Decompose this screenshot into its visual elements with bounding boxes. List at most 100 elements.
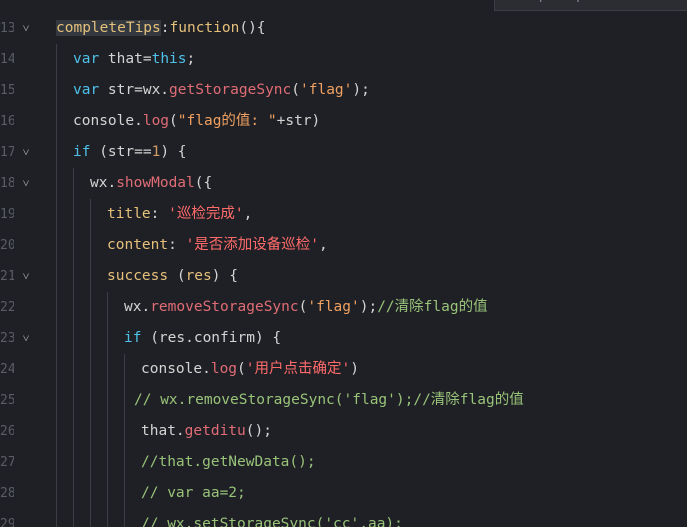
- code-line[interactable]: 26 that.getditu();: [0, 416, 687, 447]
- code-token: ): [350, 361, 359, 377]
- code-token: wx.: [124, 299, 151, 315]
- line-number: 24: [0, 362, 14, 377]
- code-text: console.log('用户点击确定'): [141, 354, 359, 385]
- code-token: wx.: [90, 175, 117, 191]
- line-number: 14: [0, 52, 14, 67]
- line-number: 13: [0, 21, 14, 36]
- code-token: this: [151, 51, 187, 67]
- code-token: that.: [141, 423, 185, 439]
- fold-chevron-icon[interactable]: ˅: [20, 323, 32, 354]
- code-line[interactable]: 29 // wx.setStorageSync('cc',aa);: [0, 509, 687, 527]
- code-token: ();: [245, 423, 272, 439]
- code-token: '巡检完成': [168, 206, 244, 222]
- code-text: title: '巡检完成',: [107, 199, 252, 230]
- breadcrumb-arrow-icon: >: [503, 0, 512, 3]
- code-text: completeTips:function(){: [56, 13, 266, 44]
- code-token: //that.getNewData();: [141, 454, 316, 470]
- code-token: log: [210, 361, 238, 377]
- code-line[interactable]: 24 console.log('用户点击确定'): [0, 354, 687, 385]
- indent-guide: [107, 292, 108, 527]
- line-number: 16: [0, 114, 14, 129]
- line-number: 21: [0, 269, 14, 284]
- line-number: 23: [0, 331, 14, 346]
- fold-chevron-icon[interactable]: ˅: [20, 261, 32, 292]
- code-text: var str=wx.getStorageSync('flag');: [73, 75, 370, 106]
- code-text: // wx.removeStorageSync('flag');//清除flag…: [134, 385, 524, 416]
- code-text: if (str==1) {: [73, 137, 187, 168]
- code-token: '用户点击确定': [245, 361, 351, 377]
- code-token: var: [73, 82, 100, 98]
- code-token: '是否添加设备巡检': [185, 237, 320, 253]
- line-number: 26: [0, 424, 14, 439]
- fold-chevron-icon[interactable]: ˅: [20, 137, 32, 168]
- code-text: that.getditu();: [141, 416, 272, 447]
- code-token: console.: [73, 113, 143, 129]
- code-token: res: [185, 268, 212, 284]
- code-token: completeTips: [56, 20, 161, 36]
- code-line[interactable]: 17 ˅ if (str==1) {: [0, 137, 687, 168]
- line-number: 17: [0, 145, 14, 160]
- code-token: :: [160, 20, 170, 36]
- code-text: // var aa=2;: [141, 478, 246, 509]
- code-line[interactable]: 23 ˅ if (res.confirm) {: [0, 323, 687, 354]
- code-token: // wx.removeStorageSync('flag');//清除flag…: [134, 392, 524, 408]
- indent-guide: [124, 354, 125, 527]
- line-number: 18: [0, 176, 14, 191]
- code-text: wx.removeStorageSync('flag');//清除flag的值: [124, 292, 488, 323]
- line-number: 22: [0, 300, 14, 315]
- code-token: (: [169, 113, 178, 129]
- code-line[interactable]: 21 ˅ success (res) {: [0, 261, 687, 292]
- code-token: ;: [186, 51, 196, 67]
- indent-guide: [90, 199, 91, 527]
- code-token: // wx.setStorageSync('cc',aa);: [141, 516, 403, 527]
- fold-chevron-icon[interactable]: ˅: [20, 13, 32, 44]
- code-line[interactable]: 22 wx.removeStorageSync('flag');//清除flag的…: [0, 292, 687, 323]
- code-token: log: [142, 113, 170, 129]
- code-text: success (res) {: [107, 261, 238, 292]
- line-number: 15: [0, 83, 14, 98]
- code-token: (: [291, 82, 300, 98]
- code-token: ({: [194, 175, 213, 191]
- code-text: //that.getNewData();: [141, 447, 316, 478]
- code-line[interactable]: 25 // wx.removeStorageSync('flag');//清除fl…: [0, 385, 687, 416]
- line-number: 29: [0, 517, 14, 527]
- code-token: "flag的值: ": [177, 113, 277, 129]
- code-token: that=: [99, 51, 152, 67]
- code-token: );: [359, 299, 378, 315]
- code-token: // var aa=2;: [141, 485, 246, 501]
- indent-guide: [56, 44, 57, 527]
- code-token: ) {: [160, 144, 187, 160]
- code-line[interactable]: 14 var that=this;: [0, 44, 687, 75]
- code-line[interactable]: 16 console.log("flag的值: "+str): [0, 106, 687, 137]
- code-line[interactable]: 20 content: '是否添加设备巡检',: [0, 230, 687, 261]
- code-text: // wx.setStorageSync('cc',aa);: [141, 509, 403, 527]
- code-token: removeStorageSync: [150, 299, 299, 315]
- code-line[interactable]: 19 title: '巡检完成',: [0, 199, 687, 230]
- code-editor[interactable]: }; 13 ˅ completeTips:function(){ 14 var that=…: [0, 0, 687, 527]
- code-text: };: [56, 0, 73, 10]
- code-line[interactable]: 18 ˅ wx.showModal({: [0, 168, 687, 199]
- code-text: if (res.confirm) {: [124, 323, 281, 354]
- code-token: (res.confirm) {: [141, 330, 282, 346]
- code-token: :: [150, 206, 169, 222]
- code-token: (){: [239, 20, 266, 36]
- line-number: 28: [0, 486, 14, 501]
- code-line[interactable]: 27 //that.getNewData();: [0, 447, 687, 478]
- code-token: +str): [276, 113, 321, 129]
- code-token: getditu: [184, 423, 246, 439]
- code-token: ,: [319, 237, 328, 253]
- code-token: ) {: [211, 268, 238, 284]
- fold-chevron-icon[interactable]: ˅: [20, 168, 32, 199]
- code-token: (: [168, 268, 186, 284]
- breadcrumb-tab[interactable]: > completeTips: [494, 0, 687, 11]
- code-token: );: [352, 82, 370, 98]
- code-token: str=wx.: [99, 82, 170, 98]
- code-token: (str==: [90, 144, 152, 160]
- code-line[interactable]: 13 ˅ completeTips:function(){: [0, 13, 687, 44]
- code-token: };: [56, 0, 73, 2]
- code-token: 'flag': [300, 82, 353, 98]
- code-line[interactable]: 15 var str=wx.getStorageSync('flag');: [0, 75, 687, 106]
- code-line[interactable]: 28 // var aa=2;: [0, 478, 687, 509]
- code-text: var that=this;: [73, 44, 195, 75]
- code-token: //清除flag的值: [377, 299, 488, 315]
